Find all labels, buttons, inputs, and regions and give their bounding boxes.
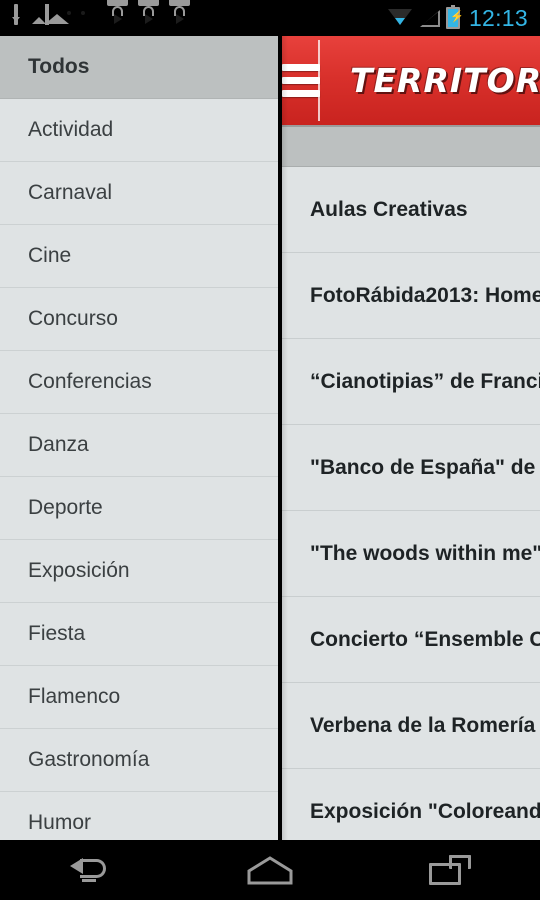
drawer-item-concurso[interactable]: Concurso	[0, 288, 278, 351]
drawer-item-label: Deporte	[28, 496, 103, 519]
list-item[interactable]: Exposición "Coloreand	[282, 769, 540, 840]
drawer-item-label: Fiesta	[28, 622, 86, 645]
play-store-icon	[107, 0, 129, 30]
drawer-item-humor[interactable]: Humor	[0, 792, 278, 840]
hamburger-icon	[282, 58, 320, 103]
drawer-item-carnaval[interactable]: Carnaval	[0, 162, 278, 225]
list-item[interactable]: Concierto “Ensemble C	[282, 597, 540, 683]
content-panel: TERRITORI Aulas Creativas FotoRábida2013…	[282, 36, 540, 840]
home-icon	[246, 855, 294, 885]
list-item[interactable]: FotoRábida2013: Home	[282, 253, 540, 339]
status-bar-clock: 12:13	[468, 4, 528, 31]
drawer-item-gastronomia[interactable]: Gastronomía	[0, 729, 278, 792]
list-item-title: Verbena de la Romería	[310, 713, 536, 737]
drawer-item-label: Humor	[28, 811, 92, 834]
drawer-item-label: Flamenco	[28, 685, 121, 708]
back-arrow-icon	[70, 857, 110, 883]
status-bar: ⚡ 12:13	[0, 0, 540, 36]
nav-back-button[interactable]	[0, 840, 180, 900]
navigation-drawer: Todos Actividad Carnaval Cine Concurso C…	[0, 36, 278, 840]
drawer-item-label: Danza	[28, 433, 89, 456]
drawer-item-label: Conferencias	[28, 370, 152, 393]
play-store-icon	[169, 0, 191, 30]
list-item[interactable]: "Banco de España" de V	[282, 425, 540, 511]
drawer-item-label: Carnaval	[28, 181, 113, 204]
list-item-title: “Cianotipias” de Franci	[310, 369, 540, 393]
signal-icon	[418, 9, 440, 27]
list-item-title: Concierto “Ensemble C	[310, 627, 540, 651]
list-subheader	[282, 127, 540, 167]
battery-charging-icon: ⚡	[445, 5, 464, 29]
drawer-item-label: Exposición	[28, 559, 130, 582]
drawer-item-label: Concurso	[28, 307, 118, 330]
list-item-title: FotoRábida2013: Home	[310, 283, 540, 307]
android-icon	[76, 6, 98, 30]
drawer-item-actividad[interactable]: Actividad	[0, 99, 278, 162]
drawer-item-label: Actividad	[28, 118, 114, 141]
list-item[interactable]: Verbena de la Romería	[282, 683, 540, 769]
drawer-item-conferencias[interactable]: Conferencias	[0, 351, 278, 414]
action-bar: TERRITORI	[282, 36, 540, 127]
list-item-title: "Banco de España" de V	[310, 455, 540, 479]
wifi-icon	[387, 9, 412, 27]
drawer-item-exposicion[interactable]: Exposición	[0, 540, 278, 603]
drawer-item-danza[interactable]: Danza	[0, 414, 278, 477]
drawer-item-label: Cine	[28, 244, 72, 267]
list-item-title: Exposición "Coloreand	[310, 799, 540, 823]
drawer-item-deporte[interactable]: Deporte	[0, 477, 278, 540]
list-item[interactable]: “Cianotipias” de Franci	[282, 339, 540, 425]
drawer-item-label: Gastronomía	[28, 748, 150, 771]
list-item[interactable]: Aulas Creativas	[282, 167, 540, 253]
event-list: Aulas Creativas FotoRábida2013: Home “Ci…	[282, 167, 540, 840]
drawer-item-fiesta[interactable]: Fiesta	[0, 603, 278, 666]
system-navigation-bar	[0, 840, 540, 900]
drawer-toggle-button[interactable]	[282, 36, 320, 125]
list-item[interactable]: "The woods within me"	[282, 511, 540, 597]
list-item-title: "The woods within me"	[310, 541, 540, 565]
list-item-title: Aulas Creativas	[310, 197, 468, 221]
gallery-icon	[45, 4, 67, 30]
drawer-item-todos[interactable]: Todos	[0, 36, 278, 99]
app-title: TERRITORI	[350, 61, 540, 100]
nav-recents-button[interactable]	[360, 840, 540, 900]
android-screen: ⚡ 12:13 Todos Actividad Carnaval Cine Co…	[0, 0, 540, 900]
drawer-item-cine[interactable]: Cine	[0, 225, 278, 288]
play-store-icon	[138, 0, 160, 30]
drawer-item-label: Todos	[28, 55, 90, 78]
status-bar-notification-icons	[0, 0, 191, 30]
status-bar-system-icons: ⚡ 12:13	[387, 4, 540, 32]
recents-icon	[429, 855, 471, 885]
nav-home-button[interactable]	[180, 840, 360, 900]
drawer-item-flamenco[interactable]: Flamenco	[0, 666, 278, 729]
